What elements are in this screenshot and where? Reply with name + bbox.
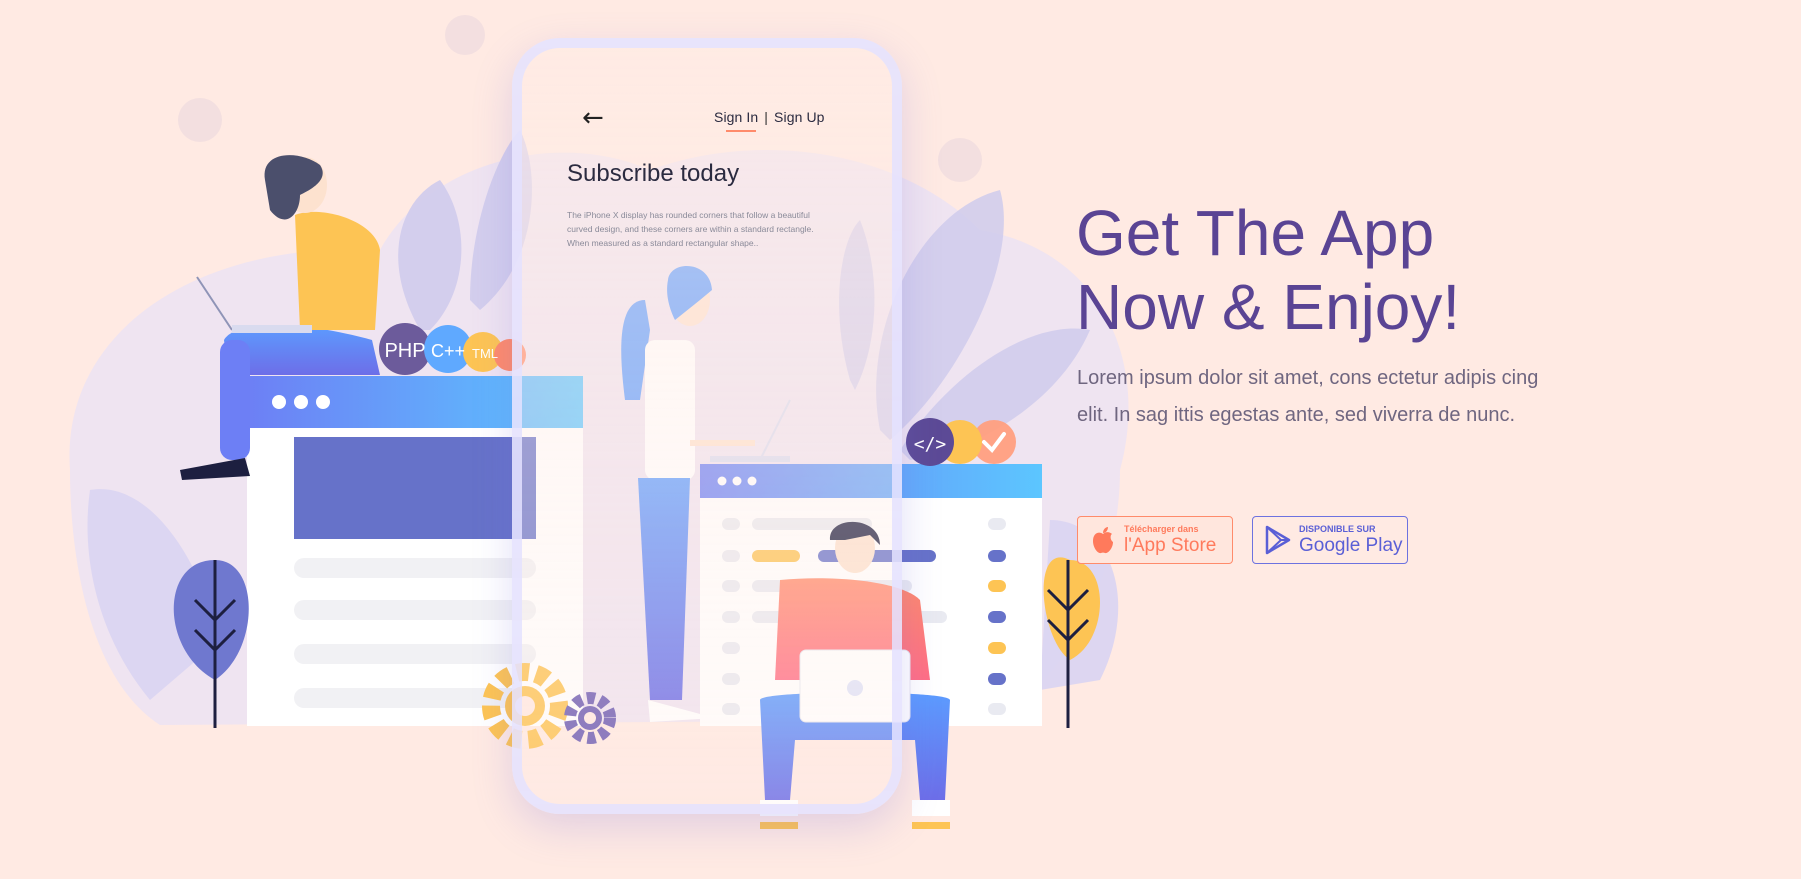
- phone-title: Subscribe today: [567, 160, 740, 187]
- status-badges: </>: [906, 418, 1016, 466]
- play-store-icon: [1263, 525, 1293, 555]
- badge-html: TML: [472, 346, 498, 361]
- sign-up-link[interactable]: Sign Up: [774, 109, 825, 125]
- app-store-label: l'App Store: [1124, 535, 1217, 556]
- phone-mockup: ← Sign In | Sign Up Subscribe today The iP…: [512, 38, 902, 814]
- auth-links: Sign In | Sign Up: [714, 109, 825, 125]
- auth-separator: |: [764, 109, 769, 125]
- app-store-button[interactable]: Télécharger dans l'App Store: [1077, 516, 1233, 564]
- google-play-label: Google Play: [1299, 535, 1403, 556]
- app-store-small-label: Télécharger dans: [1124, 524, 1199, 534]
- arrow-left-icon[interactable]: ←: [582, 105, 604, 131]
- google-play-small-label: DISPONIBLE SUR: [1299, 524, 1376, 534]
- badge-php: PHP: [384, 340, 425, 362]
- google-play-button[interactable]: DISPONIBLE SUR Google Play: [1252, 516, 1408, 564]
- phone-description: The iPhone X display has rounded corners…: [567, 210, 814, 248]
- hero-description: Lorem ipsum dolor sit amet, cons ectetur…: [1077, 367, 1539, 426]
- app-promo-section: PHP C++ TML </> ← Sign In | Sign Up Subs…: [0, 0, 1801, 879]
- code-brackets-icon: </>: [914, 434, 947, 455]
- hero-title-line-2: Now & Enjoy!: [1076, 271, 1461, 343]
- hero-title-line-1: Get The App: [1076, 197, 1435, 269]
- apple-icon: [1088, 525, 1118, 555]
- hero-title: Get The App Now & Enjoy!: [1076, 196, 1596, 344]
- sign-in-link[interactable]: Sign In: [714, 109, 758, 125]
- badge-cpp: C++: [431, 341, 465, 361]
- active-tab-indicator: [726, 130, 756, 132]
